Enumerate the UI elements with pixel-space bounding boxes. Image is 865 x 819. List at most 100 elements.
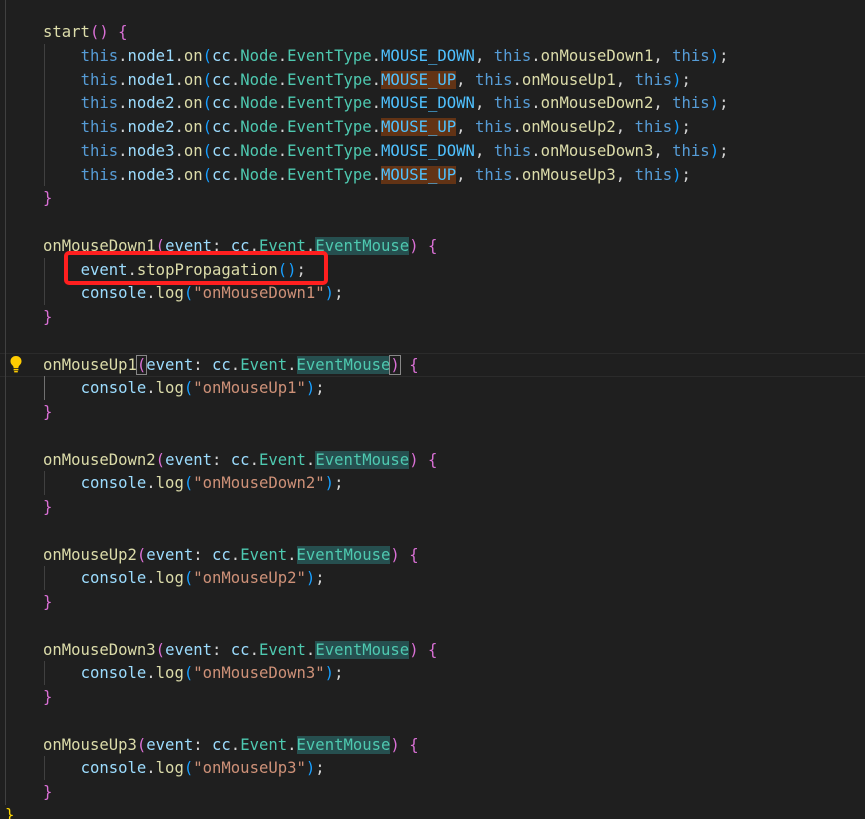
code-token: onMouseUp2 [43,545,137,564]
code-token: ; [681,70,691,89]
code-token: event [165,450,213,469]
code-token: ( [183,284,194,303]
code-line[interactable]: this.node3.on(cc.Node.EventType.MOUSE_DO… [0,139,865,163]
code-line-text: this.node2.on(cc.Node.EventType.MOUSE_UP… [43,115,691,139]
code-token: . [249,450,259,469]
code-line[interactable]: } [0,186,865,210]
code-token: cc [212,141,231,160]
code-token: . [146,664,156,683]
code-line[interactable]: this.node2.on(cc.Node.EventType.MOUSE_UP… [0,115,865,139]
code-token: } [43,498,53,516]
code-token: . [287,545,297,564]
code-token: () [89,23,109,41]
code-token: Node [240,46,278,65]
code-token: this [80,118,119,136]
code-token: cc [212,355,231,374]
code-line-text: } [43,186,52,210]
code-line[interactable]: onMouseDown2(event: cc.Event.EventMouse)… [0,448,865,472]
code-token: onMouseUp3 [521,165,616,184]
code-token: on [183,165,203,184]
code-token: } [43,783,53,801]
code-line[interactable]: this.node1.on(cc.Node.EventType.MOUSE_UP… [0,68,865,92]
code-token: . [277,141,288,160]
indent-guide [44,43,45,187]
code-editor[interactable]: start() { this.node1.on(cc.Node.EventTyp… [0,0,865,819]
code-line-text: onMouseDown3(event: cc.Event.EventMouse)… [43,638,437,662]
code-token: , [456,165,475,184]
code-line-text: } [43,780,52,804]
code-line[interactable] [0,709,865,733]
code-token: this [634,70,673,89]
code-line[interactable] [0,329,865,353]
code-token: ) [672,118,682,136]
code-line[interactable]: } [0,590,865,614]
code-token: . [277,94,288,113]
code-token: this [80,165,119,184]
code-token: . [287,355,297,374]
code-token: EventType [287,94,372,113]
code-line[interactable]: onMouseUp2(event: cc.Event.EventMouse) { [0,543,865,567]
lightbulb-icon[interactable] [9,355,23,373]
code-line[interactable]: } [0,685,865,709]
code-token: EventMouse [315,640,410,659]
code-line[interactable]: console.log("onMouseUp2"); [0,566,865,590]
code-line[interactable]: console.log("onMouseUp3"); [0,756,865,780]
code-token: ) [390,545,400,564]
code-line[interactable]: onMouseUp1(event: cc.Event.EventMouse) { [0,352,865,377]
code-token: onMouseUp1 [43,355,137,374]
code-token: MOUSE_DOWN [381,94,475,113]
code-token: this [493,94,532,113]
code-line[interactable]: } [0,305,865,329]
code-token: . [305,640,316,659]
code-line[interactable]: } [0,400,865,424]
code-token: ( [183,759,194,778]
code-line[interactable]: console.log("onMouseDown3"); [0,661,865,685]
code-token: , [474,94,494,113]
code-line[interactable]: } [0,780,865,804]
code-token: onMouseUp2 [521,118,616,136]
code-line[interactable]: console.log("onMouseUp1"); [0,376,865,400]
code-token: node1 [127,46,175,65]
code-line[interactable] [0,424,865,448]
code-line[interactable]: this.node2.on(cc.Node.EventType.MOUSE_DO… [0,91,865,115]
code-line[interactable]: this.node3.on(cc.Node.EventType.MOUSE_UP… [0,163,865,187]
code-line[interactable]: onMouseUp3(event: cc.Event.EventMouse) { [0,733,865,757]
code-line[interactable]: } [0,495,865,519]
code-token: . [512,70,522,89]
code-token: . [146,284,156,303]
code-token: . [230,545,241,564]
code-token: EventMouse [296,735,391,754]
code-line[interactable]: console.log("onMouseDown2"); [0,471,865,495]
code-token: this [474,165,513,184]
code-token: ( [155,450,166,469]
code-token: ( [136,735,147,754]
code-line[interactable] [0,614,865,638]
code-line[interactable]: onMouseDown3(event: cc.Event.EventMouse)… [0,638,865,662]
code-line[interactable]: this.node1.on(cc.Node.EventType.MOUSE_DO… [0,44,865,68]
code-token: . [371,94,382,113]
code-line[interactable] [0,210,865,234]
code-token: console [80,569,147,588]
code-token: . [371,70,382,89]
code-line[interactable]: start() { [0,20,865,44]
code-token: ) [305,379,316,398]
code-line[interactable] [0,519,865,543]
code-token: . [174,165,184,184]
code-token: cc [212,545,231,564]
code-token: } [43,189,53,208]
code-token: ) [672,70,682,89]
code-token: ; [315,569,325,588]
code-token: ( [202,141,213,160]
code-token: Event [240,545,288,564]
code-token: Event [258,640,306,659]
code-token: { [409,355,419,374]
code-token: node2 [127,94,175,113]
code-token: . [531,94,541,113]
code-line-text: onMouseDown2(event: cc.Event.EventMouse)… [43,448,437,472]
code-token: ( [202,46,213,65]
code-token: { [427,640,438,659]
code-token: ( [183,664,194,683]
